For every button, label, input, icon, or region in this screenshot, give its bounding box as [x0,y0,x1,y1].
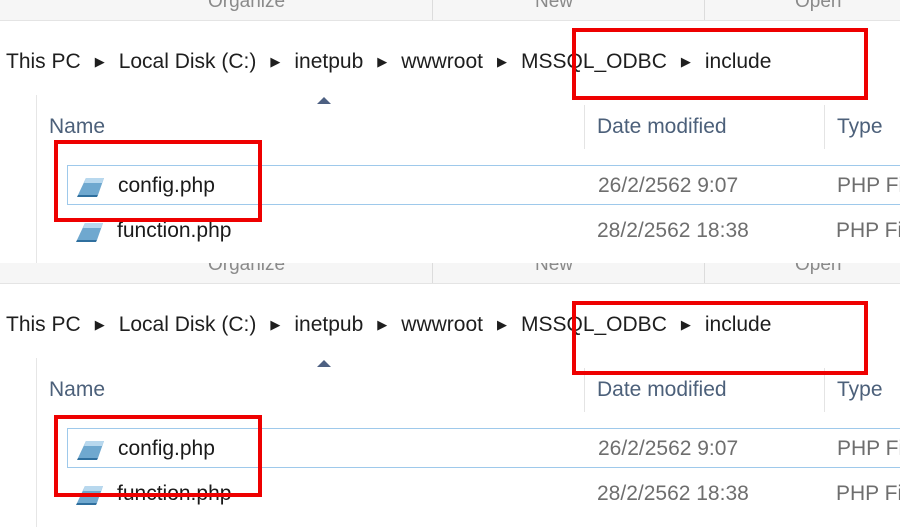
ribbon-open-label: Open [795,0,842,12]
explorer-panel-bottom: Organize New Open This PC ▶ Local Disk (… [0,263,900,527]
ribbon-group-labels: Organize New Open [0,0,900,21]
file-type: PHP Fi [836,482,900,505]
ribbon-divider [432,263,433,283]
chevron-right-icon[interactable]: ▶ [259,54,291,70]
breadcrumb-this-pc[interactable]: This PC [0,50,84,74]
ribbon-divider [432,0,433,20]
php-file-icon [76,223,103,242]
explorer-panel-top: Organize New Open This PC ▶ Local Disk (… [0,0,900,264]
highlight-box-path [572,301,868,375]
breadcrumb-this-pc[interactable]: This PC [0,313,84,337]
breadcrumb-local-disk[interactable]: Local Disk (C:) [116,313,260,337]
sort-ascending-icon [317,97,331,104]
sort-ascending-icon [317,360,331,367]
chevron-right-icon[interactable]: ▶ [84,54,116,70]
chevron-right-icon[interactable]: ▶ [486,317,518,333]
ribbon-organize-label: Organize [208,263,286,275]
file-date-modified: 28/2/2562 18:38 [597,219,749,242]
file-date-modified: 28/2/2562 18:38 [597,482,749,505]
ribbon-divider [704,0,705,20]
file-type: PHP Fi [837,174,900,197]
ribbon-group-labels: Organize New Open [0,263,900,284]
file-type: PHP Fi [836,219,900,242]
ribbon-divider [704,263,705,283]
ribbon-open-label: Open [795,263,842,275]
highlight-box-file [54,415,262,497]
breadcrumb-inetpub[interactable]: inetpub [291,50,366,74]
column-header-name[interactable]: Name [37,368,581,412]
breadcrumb-wwwroot[interactable]: wwwroot [398,313,486,337]
ribbon-organize-label: Organize [208,0,286,12]
highlight-box-path [572,28,868,100]
breadcrumb-local-disk[interactable]: Local Disk (C:) [116,50,260,74]
column-header-date-modified[interactable]: Date modified [584,105,824,149]
breadcrumb-wwwroot[interactable]: wwwroot [398,50,486,74]
column-header-type[interactable]: Type [824,105,900,149]
chevron-right-icon[interactable]: ▶ [259,317,291,333]
chevron-right-icon[interactable]: ▶ [366,54,398,70]
chevron-right-icon[interactable]: ▶ [84,317,116,333]
ribbon-new-label: New [535,263,574,275]
highlight-box-file [54,140,262,222]
breadcrumb-inetpub[interactable]: inetpub [291,313,366,337]
chevron-right-icon[interactable]: ▶ [366,317,398,333]
ribbon-new-label: New [535,0,574,12]
file-name: function.php [117,219,232,242]
file-date-modified: 26/2/2562 9:07 [598,437,739,460]
chevron-right-icon[interactable]: ▶ [486,54,518,70]
file-date-modified: 26/2/2562 9:07 [598,174,739,197]
file-type: PHP Fi [837,437,900,460]
